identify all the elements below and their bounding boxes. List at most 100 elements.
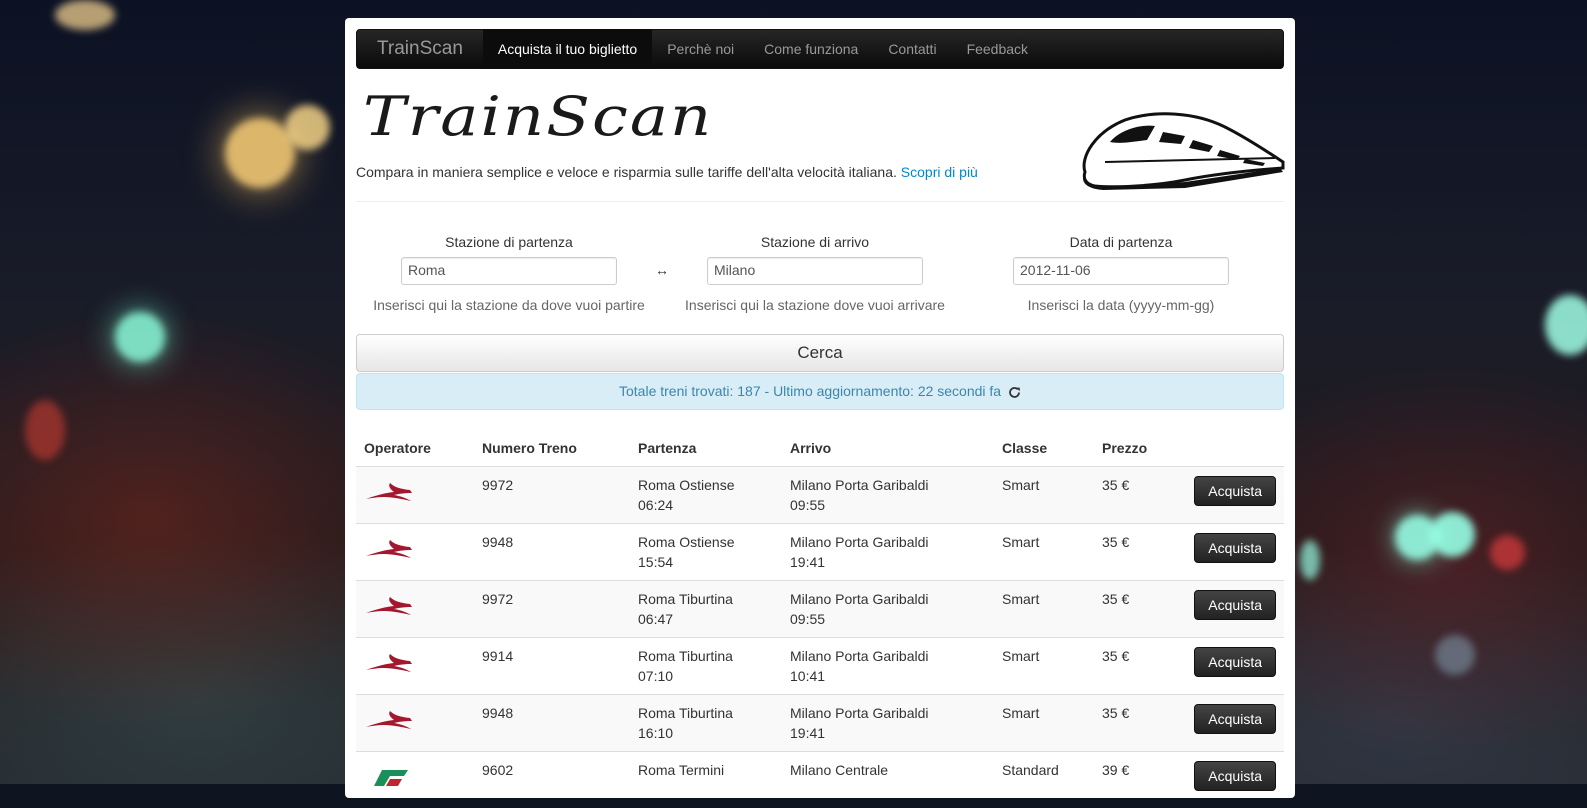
cell-price: 35 € bbox=[1094, 581, 1180, 638]
cell-operator bbox=[356, 581, 474, 638]
nav-item-perche-noi[interactable]: Perchè noi bbox=[652, 29, 749, 69]
italo-logo-icon bbox=[364, 595, 414, 617]
arrival-station: Milano Porta Garibaldi bbox=[790, 703, 986, 723]
arrival-input[interactable]: Milano bbox=[707, 257, 923, 285]
buy-button[interactable]: Acquista bbox=[1194, 647, 1276, 677]
cell-class: Standard bbox=[994, 752, 1094, 808]
italo-logo-icon bbox=[364, 652, 414, 674]
col-operator: Operatore bbox=[356, 430, 474, 467]
cell-train-number: 9972 bbox=[474, 467, 630, 524]
top-navbar: TrainScan Acquista il tuo biglietto Perc… bbox=[356, 29, 1284, 69]
col-action bbox=[1180, 430, 1284, 467]
search-button[interactable]: Cerca bbox=[356, 334, 1284, 372]
cell-arrival: Milano Porta Garibaldi09:55 bbox=[782, 581, 994, 638]
nav-item-come-funziona[interactable]: Come funziona bbox=[749, 29, 873, 69]
date-label: Data di partenza bbox=[971, 234, 1271, 250]
cell-train-number: 9948 bbox=[474, 524, 630, 581]
table-row: 9948 Roma Ostiense15:54 Milano Porta Garib… bbox=[356, 524, 1284, 581]
col-departure: Partenza bbox=[630, 430, 782, 467]
cell-departure: Roma Tiburtina06:47 bbox=[630, 581, 782, 638]
arrival-time: 19:41 bbox=[790, 723, 986, 743]
cell-train-number: 9972 bbox=[474, 581, 630, 638]
cell-class: Smart bbox=[994, 695, 1094, 752]
cell-arrival: Milano Porta Garibaldi19:41 bbox=[782, 524, 994, 581]
cell-departure: Roma Tiburtina16:10 bbox=[630, 695, 782, 752]
arrival-time: 09:55 bbox=[790, 609, 986, 629]
arrival-time: 09:55 bbox=[790, 495, 986, 515]
cell-price: 39 € bbox=[1094, 752, 1180, 808]
buy-button[interactable]: Acquista bbox=[1194, 533, 1276, 563]
col-price: Prezzo bbox=[1094, 430, 1180, 467]
cell-arrival: Milano Centrale bbox=[782, 752, 994, 808]
cell-class: Smart bbox=[994, 638, 1094, 695]
cell-operator bbox=[356, 524, 474, 581]
table-row: 9602Roma TerminiMilano CentraleStandard3… bbox=[356, 752, 1284, 808]
trenitalia-logo-icon bbox=[364, 766, 414, 788]
departure-time: 06:47 bbox=[638, 609, 774, 629]
results-status-text: Totale treni trovati: 187 - Ultimo aggio… bbox=[619, 383, 1001, 399]
buy-button[interactable]: Acquista bbox=[1194, 590, 1276, 620]
cell-action: Acquista bbox=[1180, 752, 1284, 808]
arrival-station: Milano Porta Garibaldi bbox=[790, 532, 986, 552]
cell-operator bbox=[356, 467, 474, 524]
cell-action: Acquista bbox=[1180, 467, 1284, 524]
divider bbox=[356, 201, 1284, 202]
departure-input[interactable]: Roma bbox=[401, 257, 617, 285]
departure-station: Roma Tiburtina bbox=[638, 703, 774, 723]
arrival-time: 19:41 bbox=[790, 552, 986, 572]
date-input[interactable]: 2012-11-06 bbox=[1013, 257, 1229, 285]
arrival-time: 10:41 bbox=[790, 666, 986, 686]
arrival-label: Stazione di arrivo bbox=[665, 234, 965, 250]
train-icon bbox=[1075, 102, 1285, 190]
arrival-station: Milano Porta Garibaldi bbox=[790, 646, 986, 666]
tagline: Compara in maniera semplice e veloce e r… bbox=[356, 164, 978, 180]
departure-station: Roma Tiburtina bbox=[638, 646, 774, 666]
date-field: Data di partenza 2012-11-06 Inserisci la… bbox=[971, 234, 1271, 313]
table-row: 9914Roma Tiburtina07:10Milano Porta Gari… bbox=[356, 638, 1284, 695]
cell-operator bbox=[356, 752, 474, 808]
table-row: 9972Roma Ostiense06:24Milano Porta Garib… bbox=[356, 467, 1284, 524]
departure-label: Stazione di partenza bbox=[359, 234, 659, 250]
results-table: Operatore Numero Treno Partenza Arrivo C… bbox=[356, 430, 1284, 808]
cell-price: 35 € bbox=[1094, 524, 1180, 581]
cell-departure: Roma Ostiense06:24 bbox=[630, 467, 782, 524]
table-header-row: Operatore Numero Treno Partenza Arrivo C… bbox=[356, 430, 1284, 467]
nav-item-contatti[interactable]: Contatti bbox=[873, 29, 951, 69]
navbar-brand[interactable]: TrainScan bbox=[357, 29, 483, 69]
table-row: 9972Roma Tiburtina06:47Milano Porta Gari… bbox=[356, 581, 1284, 638]
arrival-help: Inserisci qui la stazione dove vuoi arri… bbox=[665, 297, 965, 313]
table-row: 9948Roma Tiburtina16:10Milano Porta Gari… bbox=[356, 695, 1284, 752]
cell-class: Smart bbox=[994, 467, 1094, 524]
cell-price: 35 € bbox=[1094, 638, 1180, 695]
cell-train-number: 9948 bbox=[474, 695, 630, 752]
cell-train-number: 9914 bbox=[474, 638, 630, 695]
date-help: Inserisci la data (yyyy-mm-gg) bbox=[971, 297, 1271, 313]
italo-logo-icon bbox=[364, 709, 414, 731]
cell-arrival: Milano Porta Garibaldi09:55 bbox=[782, 467, 994, 524]
departure-station: Roma Ostiense bbox=[638, 475, 774, 495]
buy-button[interactable]: Acquista bbox=[1194, 704, 1276, 734]
nav-item-acquista[interactable]: Acquista il tuo biglietto bbox=[483, 29, 652, 69]
cell-price: 35 € bbox=[1094, 467, 1180, 524]
cell-departure: Roma Termini bbox=[630, 752, 782, 808]
cell-class: Smart bbox=[994, 581, 1094, 638]
nav-item-feedback[interactable]: Feedback bbox=[952, 29, 1043, 69]
arrival-station: Milano Porta Garibaldi bbox=[790, 475, 986, 495]
buy-button[interactable]: Acquista bbox=[1194, 476, 1276, 506]
cell-action: Acquista bbox=[1180, 581, 1284, 638]
cell-train-number: 9602 bbox=[474, 752, 630, 808]
buy-button[interactable]: Acquista bbox=[1194, 761, 1276, 791]
departure-field: Stazione di partenza Roma Inserisci qui … bbox=[359, 234, 659, 313]
cell-departure: Roma Tiburtina07:10 bbox=[630, 638, 782, 695]
departure-time: 16:10 bbox=[638, 723, 774, 743]
results-status: Totale treni trovati: 187 - Ultimo aggio… bbox=[356, 373, 1284, 410]
departure-station: Roma Ostiense bbox=[638, 532, 774, 552]
departure-time: 15:54 bbox=[638, 552, 774, 572]
refresh-icon[interactable] bbox=[1008, 386, 1021, 399]
learn-more-link[interactable]: Scopri di più bbox=[901, 164, 978, 180]
main-container: TrainScan Acquista il tuo biglietto Perc… bbox=[345, 18, 1295, 798]
departure-station: Roma Tiburtina bbox=[638, 589, 774, 609]
italo-logo-icon bbox=[364, 538, 414, 560]
cell-class: Smart bbox=[994, 524, 1094, 581]
departure-time: 07:10 bbox=[638, 666, 774, 686]
